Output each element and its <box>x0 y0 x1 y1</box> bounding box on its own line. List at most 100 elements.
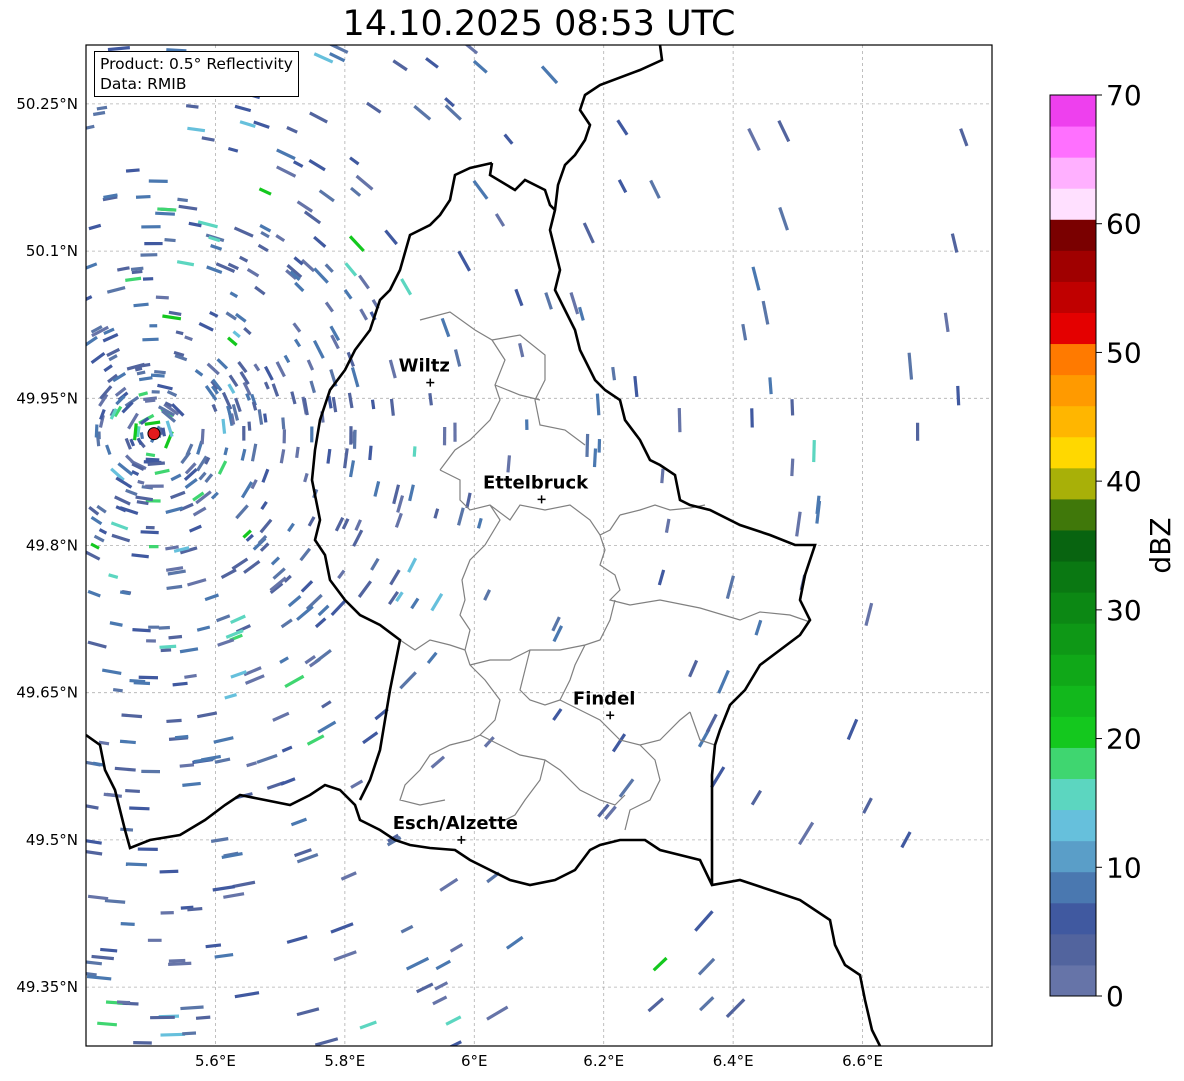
lon-tick-label: 5.6°E <box>195 1052 236 1070</box>
lon-tick-label: 6.4°E <box>713 1052 754 1070</box>
lat-tick-label: 49.65°N <box>16 684 78 702</box>
lat-tick-label: 50.1°N <box>26 242 78 260</box>
colorbar-segment <box>1050 623 1096 655</box>
echo-gate <box>790 399 795 416</box>
colorbar-segment <box>1050 374 1096 407</box>
lat-tick-label: 50.25°N <box>16 95 78 113</box>
colorbar-label: dBZ <box>1144 517 1177 573</box>
echo-gate <box>141 225 161 229</box>
data-source-label: Data: RMIB <box>100 75 187 93</box>
echo-gate <box>442 426 447 446</box>
colorbar-segment <box>1050 592 1096 624</box>
colorbar-segment <box>1050 964 1096 997</box>
echo-gate <box>94 424 99 438</box>
echo-gate <box>750 408 754 428</box>
lat-tick-label: 49.5°N <box>26 831 78 849</box>
echo-gate <box>597 439 602 453</box>
colorbar-tick-label: 20 <box>1106 723 1142 756</box>
echo-gate <box>453 422 457 442</box>
product-info-box: Product: 0.5° Reflectivity Data: RMIB <box>94 51 299 97</box>
echo-gate <box>160 911 174 915</box>
echo-gate <box>145 525 155 530</box>
colorbar-segment <box>1050 436 1096 469</box>
echo-gate <box>142 277 154 281</box>
colorbar-tick-label: 60 <box>1106 208 1142 241</box>
echo-gate <box>812 440 816 463</box>
colorbar-segment <box>1050 809 1096 842</box>
colorbar-segment <box>1050 716 1096 748</box>
radar-site-dot <box>147 427 161 441</box>
lon-tick-label: 5.8°E <box>324 1052 365 1070</box>
colorbar-segment <box>1050 654 1096 686</box>
echo-gate <box>142 337 159 342</box>
colorbar-segment <box>1050 902 1096 935</box>
echo-gate <box>677 408 682 433</box>
colorbar-segment <box>1050 312 1096 345</box>
colorbar-segment <box>1050 405 1096 438</box>
echo-gate <box>159 869 179 874</box>
colorbar-segment <box>1050 188 1096 220</box>
lat-tick-label: 49.35°N <box>16 978 78 996</box>
echo-gate <box>148 179 168 183</box>
echo-gate <box>158 625 170 630</box>
echo-gate <box>149 324 158 328</box>
echo-gate <box>349 426 353 445</box>
city-label: Findel <box>573 688 636 709</box>
echo-gate <box>145 484 164 488</box>
lon-tick-label: 6°E <box>461 1052 488 1070</box>
echo-gate <box>585 433 590 457</box>
colorbar-tick-label: 30 <box>1106 594 1142 627</box>
colorbar-segment <box>1050 778 1096 811</box>
lat-tick-label: 49.95°N <box>16 389 78 407</box>
colorbar-segment <box>1050 95 1096 127</box>
echo-gate <box>148 544 159 549</box>
city-label: Wiltz <box>399 356 450 377</box>
echo-gate <box>310 426 314 443</box>
echo-gate <box>148 625 160 629</box>
colorbar-segment <box>1050 343 1096 376</box>
colorbar-segment <box>1050 219 1096 251</box>
colorbar-frame <box>1049 94 1097 997</box>
echo-gate <box>147 938 162 942</box>
echo-gate <box>141 769 161 774</box>
colorbar-segment <box>1050 126 1096 158</box>
echo-gate <box>140 253 158 257</box>
colorbar-segment <box>1050 933 1096 966</box>
echo-gate <box>138 675 159 680</box>
colorbar-segment <box>1050 157 1096 189</box>
echo-gate <box>282 429 287 444</box>
colorbar-segment <box>1050 685 1096 717</box>
radar-map: 50.25°N 50.1°N 49.95°N 49.8°N 49.65°N 49.5°N 4… <box>16 44 993 1070</box>
echo-gate <box>150 1015 175 1020</box>
echo-gate <box>135 194 151 199</box>
colorbar-segment <box>1050 871 1096 904</box>
echo-gate <box>352 429 357 449</box>
lon-tick-label: 6.6°E <box>842 1052 883 1070</box>
radar-site-marker <box>147 427 161 441</box>
echo-gate <box>133 1041 152 1045</box>
colorbar-tick-label: 0 <box>1106 980 1124 1013</box>
echo-gate <box>144 241 163 246</box>
colorbar-tick-label: 10 <box>1106 851 1142 884</box>
colorbar-segment <box>1050 467 1096 500</box>
colorbar-tick-label: 70 <box>1106 79 1142 112</box>
colorbar-segment <box>1050 747 1096 780</box>
lon-tick-label: 6.2°E <box>583 1052 624 1070</box>
echo-gate <box>151 390 160 394</box>
echo-gate <box>915 422 920 441</box>
echo-gate <box>242 425 246 441</box>
colorbar-segment <box>1050 840 1096 873</box>
colorbar-segment <box>1050 250 1096 282</box>
echo-gate <box>525 419 529 430</box>
colorbar-tick-label: 40 <box>1106 465 1142 498</box>
colorbar-tick-label: 50 <box>1106 336 1142 369</box>
colorbar-segment <box>1050 561 1096 593</box>
echo-gate <box>137 847 158 851</box>
colorbar-segment <box>1050 529 1096 562</box>
colorbar-segment <box>1050 498 1096 531</box>
lat-tick-label: 49.8°N <box>26 537 78 555</box>
city-label: Ettelbruck <box>483 472 589 493</box>
city-label: Esch/Alzette <box>393 813 518 834</box>
colorbar-segment <box>1050 281 1096 313</box>
echo-gate <box>160 648 172 653</box>
